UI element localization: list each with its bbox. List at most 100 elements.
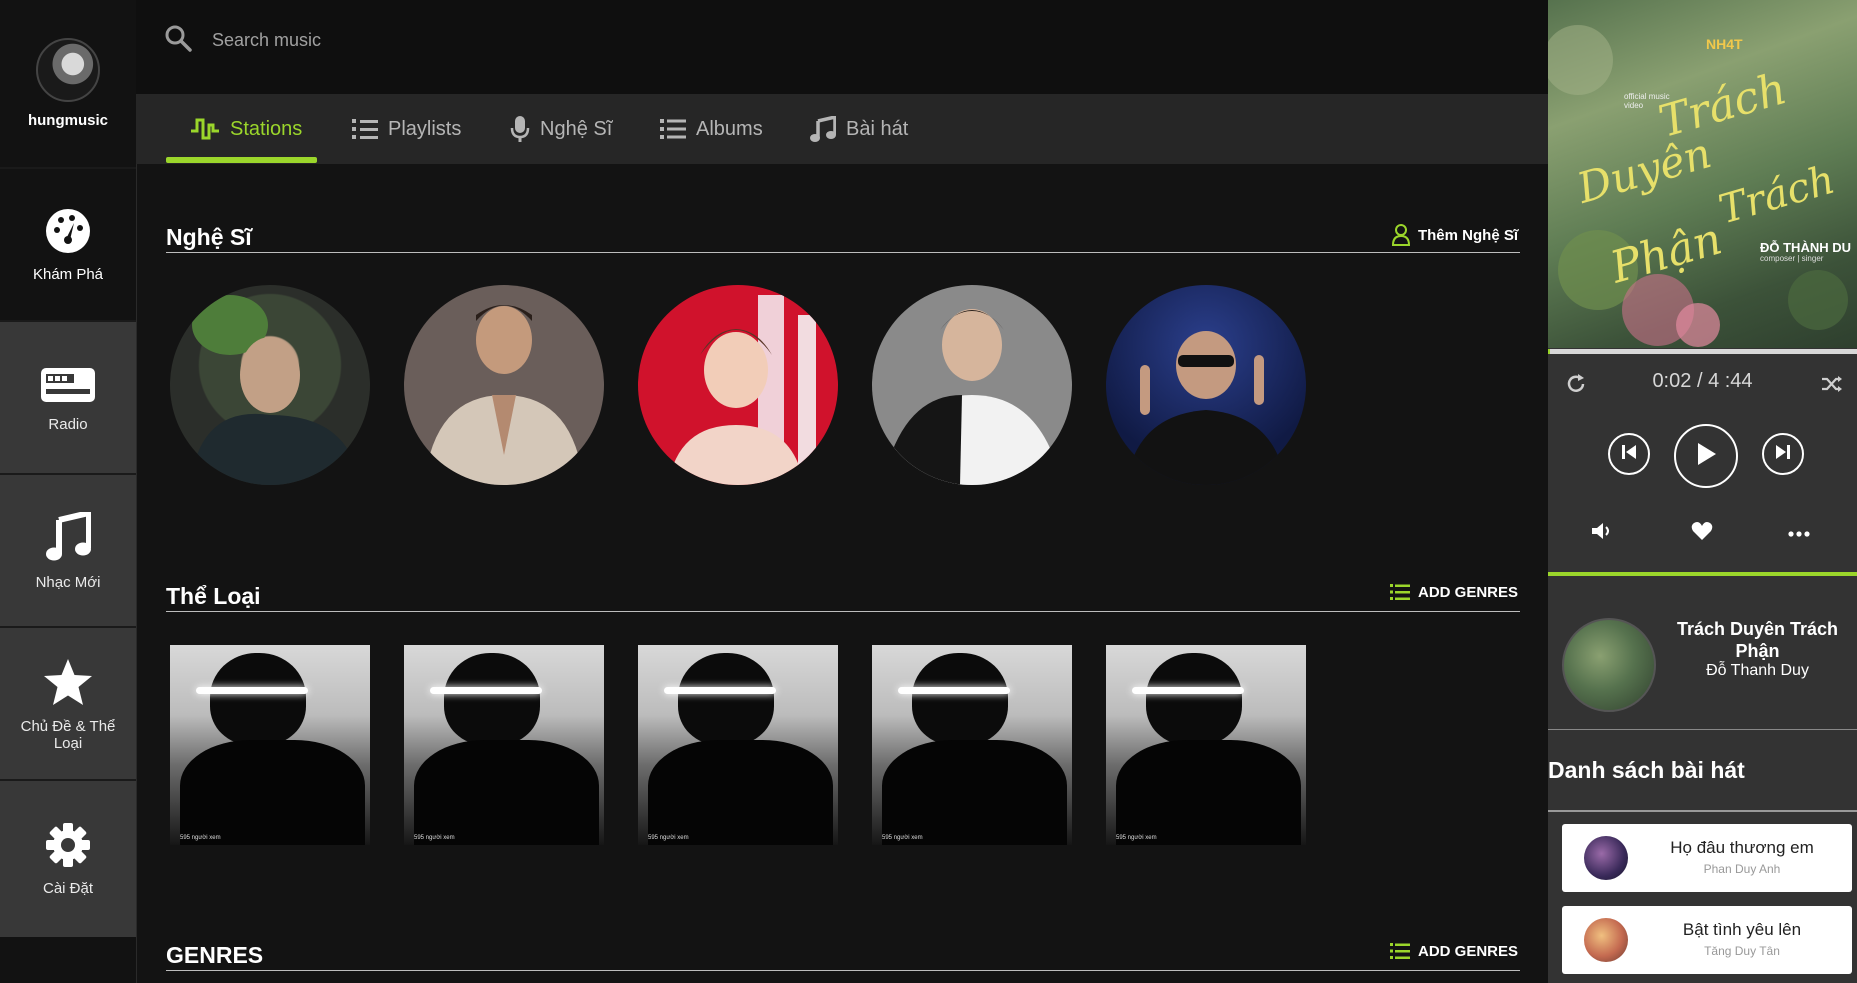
sidebar-item-radio[interactable]: Radio [0,320,136,475]
tab-label: Nghệ Sĩ [540,117,613,140]
section-separator [1548,572,1857,576]
add-genres-label: ADD GENRES [1417,942,1518,960]
genre-card-image [210,653,306,745]
sidebar-item-label: Cài Đặt [42,879,94,897]
genre-card[interactable]: 595 người xem [872,645,1072,845]
add-genres-button[interactable]: ADD GENRES [1389,942,1518,960]
tab-label: Playlists [388,117,462,140]
playback-progress-fill [1548,349,1551,354]
shuffle-button[interactable] [1820,374,1844,398]
genre-card-image [444,653,540,745]
section-divider [166,611,1520,612]
search-icon[interactable] [164,24,192,57]
separator-fill [1548,572,1857,576]
star-icon [43,658,93,706]
time-display: 0:02 / 4 :44 [1548,370,1857,393]
artist-avatar[interactable] [170,285,370,485]
tab-nghe-si[interactable]: Nghệ Sĩ [510,94,612,164]
tab-bai-hat[interactable]: Bài hát [810,94,908,164]
now-playing-title: Trách Duyên Trách Phận [1676,619,1839,661]
next-button[interactable] [1762,433,1804,475]
cover-role: composer | singer [1760,254,1824,263]
playlist-icon [352,117,378,141]
sidebar-item-label: Radio [48,416,88,433]
section-title-artists: Nghệ Sĩ [166,224,252,250]
add-artist-button[interactable]: Thêm Nghệ Sĩ [1391,224,1518,246]
genre-card[interactable]: 595 người xem [638,645,838,845]
list-icon [1389,583,1410,601]
previous-button[interactable] [1608,433,1650,475]
search-input[interactable] [210,24,814,56]
genre-card-image [1146,653,1242,745]
more-icon [1788,524,1810,542]
list-icon [1389,942,1410,960]
divider [1548,810,1857,812]
more-options-button[interactable] [1786,522,1812,544]
genre-card-image [898,687,1010,694]
skip-next-icon [1775,444,1791,465]
shuffle-icon [1821,375,1843,398]
sidebar-item-label: Chủ Đề & Thể Loại [20,717,116,752]
artist-avatar[interactable] [638,285,838,485]
artist-avatar[interactable] [1106,285,1306,485]
playlist-heading: Danh sách bài hát [1548,757,1745,783]
sidebar-item-label: Khám Phá [32,266,104,283]
dashboard-icon [45,208,91,254]
genre-card-image [196,687,308,694]
time-separator: / [1696,370,1703,392]
genre-card-views: 595 người xem [648,835,689,841]
list-icon [660,118,686,140]
brand[interactable]: hungmusic [0,0,136,167]
genre-card-views: 595 người xem [180,835,221,841]
genre-card-image [180,740,365,845]
song-title: Bật tình yêu lên [1682,920,1802,939]
brand-logo [36,38,100,102]
music-note-icon [810,116,836,142]
song-thumbnail [1584,918,1628,962]
sidebar-item-label: Nhạc Mới [35,574,101,591]
add-genres-label: ADD GENRES [1417,583,1518,601]
player-panel: NH4T official music video Trách Duyên Tr… [1548,0,1857,983]
sidebar-item-chu-de-the-loai[interactable]: Chủ Đề & Thể Loại [0,626,136,781]
tab-playlists[interactable]: Playlists [352,94,461,164]
tab-albums[interactable]: Albums [660,94,763,164]
play-button[interactable] [1674,424,1738,488]
volume-icon [1591,522,1613,545]
brand-name: hungmusic [27,112,108,129]
artist-avatar[interactable] [872,285,1072,485]
tab-stations[interactable]: Stations [190,94,302,164]
divider [1548,729,1857,730]
album-cover: NH4T official music video Trách Duyên Tr… [1548,0,1857,348]
tab-label: Bài hát [846,117,909,140]
tab-label: Albums [696,117,763,140]
playlist-item[interactable]: Bật tình yêu lên Tăng Duy Tân [1562,906,1852,974]
artist-avatar[interactable] [404,285,604,485]
favorite-button[interactable] [1690,521,1714,544]
radio-icon [40,364,96,404]
sidebar-item-nhac-moi[interactable]: Nhạc Mới [0,473,136,628]
genre-card[interactable]: 595 người xem [404,645,604,845]
playlist-item[interactable]: Họ đâu thương em Phan Duy Anh [1562,824,1852,892]
playback-progress[interactable] [1548,349,1857,354]
section-title-genres-2: GENRES [166,942,264,968]
volume-button[interactable] [1590,522,1614,544]
genre-card-image [678,653,774,745]
song-title: Họ đâu thương em [1670,838,1814,857]
genre-card[interactable]: 595 người xem [170,645,370,845]
genre-card-views: 595 người xem [1116,835,1157,841]
genre-card-image [1132,687,1244,694]
tab-bar: Stations Playlists Nghệ Sĩ Albums Bài há… [136,94,1548,164]
genre-card[interactable]: 595 người xem [1106,645,1306,845]
sidebar-item-kham-pha[interactable]: Khám Phá [0,167,136,322]
add-artist-label: Thêm Nghệ Sĩ [1417,226,1518,244]
tab-label: Stations [230,117,303,140]
genre-card-image [1116,740,1301,845]
sidebar: hungmusic Khám Phá Radio Nhạc Mới Chủ Đề… [0,0,137,983]
cover-brand: NH4T [1706,36,1743,52]
genre-card-image [664,687,776,694]
genre-card-image [414,740,599,845]
play-icon [1695,442,1717,471]
add-genres-button[interactable]: ADD GENRES [1389,583,1518,601]
sidebar-item-cai-dat[interactable]: Cài Đặt [0,779,136,937]
genre-card-views: 595 người xem [414,835,455,841]
